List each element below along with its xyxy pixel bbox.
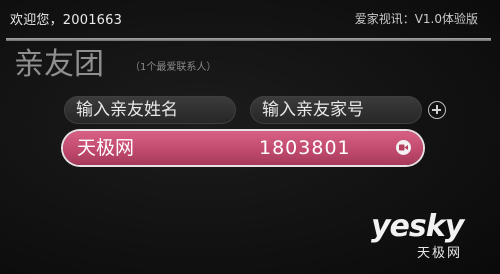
tv-screen: 欢迎您，2001663 爱家视讯：V1.0体验版 亲友团 （1个最爱联系人） 输… — [0, 0, 500, 274]
add-icon[interactable] — [428, 101, 446, 119]
contact-count: （1个最爱联系人） — [130, 62, 217, 73]
watermark-main: yesky — [371, 209, 464, 244]
contact-number: 1803801 — [259, 137, 351, 159]
header-divider — [6, 38, 491, 41]
watermark-sub: 天极网 — [417, 246, 463, 261]
name-input[interactable]: 输入亲友姓名 — [64, 96, 236, 124]
app-version: 爱家视讯：V1.0体验版 — [354, 12, 478, 26]
video-call-icon[interactable] — [396, 140, 411, 155]
number-input[interactable]: 输入亲友家号 — [250, 96, 422, 124]
contact-row[interactable]: 天极网 1803801 — [63, 131, 423, 165]
top-bar: 欢迎您，2001663 爱家视讯：V1.0体验版 — [0, 0, 500, 38]
welcome-text: 欢迎您，2001663 — [10, 13, 123, 28]
contact-name: 天极网 — [77, 137, 135, 159]
watermark-logo: yesky 天极网 — [371, 210, 491, 270]
page-title: 亲友团 — [14, 47, 104, 82]
